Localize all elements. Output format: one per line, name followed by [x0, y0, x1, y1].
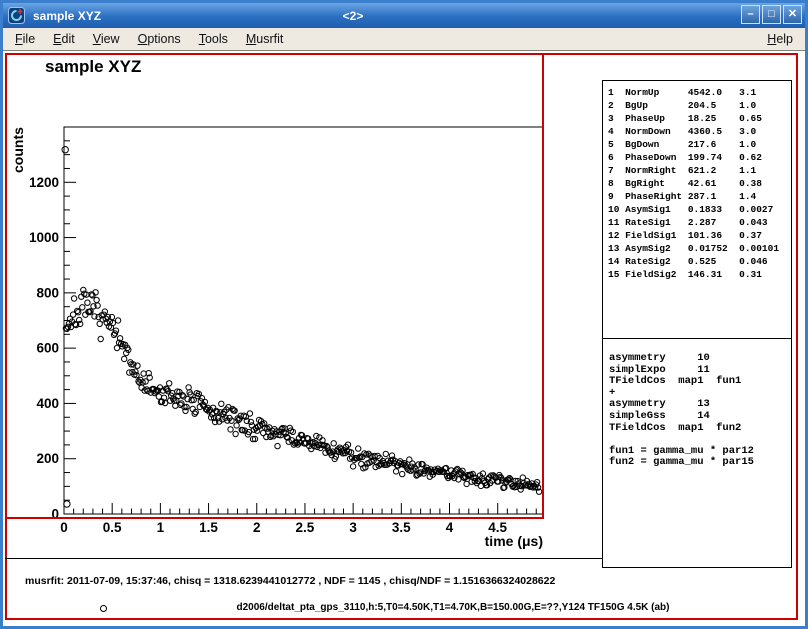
x-tick-label: 0 [60, 520, 68, 535]
data-point [167, 381, 172, 386]
x-axis-title: time (μs) [485, 533, 543, 549]
menu-view[interactable]: View [87, 30, 126, 48]
menu-file[interactable]: File [9, 30, 41, 48]
y-tick-label: 400 [36, 396, 59, 411]
y-tick-label: 200 [36, 451, 59, 466]
window-title: sample XYZ [33, 9, 101, 23]
data-point [275, 443, 280, 448]
menu-bar: File Edit View Options Tools Musrfit Help [3, 28, 805, 51]
root-canvas[interactable]: sample XYZ 02004006008001000120000.511.5… [3, 51, 805, 629]
fit-status-text: musrfit: 2011-07-09, 15:37:46, chisq = 1… [25, 575, 555, 587]
data-point [400, 471, 405, 476]
data-point [115, 318, 120, 323]
minimize-button[interactable]: – [741, 5, 760, 24]
theory-description: asymmetry 10 simplExpo 11 TFieldCos map1… [603, 339, 791, 469]
legend-run-label: d2006/deltat_pta_gps_3110,h:5,T0=4.50K,T… [103, 602, 803, 613]
close-button[interactable]: ✕ [783, 5, 802, 24]
data-point [393, 469, 398, 474]
maximize-button[interactable]: □ [762, 5, 781, 24]
x-tick-label: 1.5 [199, 520, 218, 535]
x-tick-label: 0.5 [103, 520, 122, 535]
window-controls: –□✕ [739, 5, 802, 24]
menu-tools[interactable]: Tools [193, 30, 234, 48]
y-tick-label: 1000 [29, 230, 59, 245]
data-series [62, 147, 542, 508]
app-window: sample XYZ <2> –□✕ File Edit View Options To… [0, 0, 808, 629]
menu-options[interactable]: Options [132, 30, 187, 48]
menu-help[interactable]: Help [763, 30, 797, 48]
data-point [183, 408, 188, 413]
data-point [94, 297, 99, 302]
data-point [156, 394, 161, 399]
x-tick-label: 3.5 [392, 520, 411, 535]
data-point [71, 296, 76, 301]
data-point [383, 451, 388, 456]
x-tick-label: 3 [349, 520, 357, 535]
x-tick-label: 2.5 [296, 520, 315, 535]
y-tick-label: 800 [36, 285, 59, 300]
data-point [464, 481, 469, 486]
menu-items: File Edit View Options Tools Musrfit [3, 30, 289, 48]
x-tick-label: 2 [253, 520, 261, 535]
menu-musrfit[interactable]: Musrfit [240, 30, 290, 48]
x-tick-label: 1 [157, 520, 165, 535]
data-point [356, 446, 361, 451]
y-axis-title: counts [10, 127, 26, 173]
y-tick-label: 0 [51, 507, 59, 522]
y-tick-label: 600 [36, 341, 59, 356]
data-point [80, 305, 85, 310]
data-point [233, 431, 238, 436]
data-point [98, 336, 103, 341]
data-point [228, 427, 233, 432]
data-point [141, 371, 146, 376]
x-tick-label: 4 [446, 520, 454, 535]
theory-pad[interactable]: asymmetry 10 simplExpo 11 TFieldCos map1… [602, 338, 792, 568]
parameter-table: 1 NormUp 4542.0 3.1 2 BgUp 204.5 1.0 3 P… [603, 81, 791, 281]
outlier-data-point [62, 147, 68, 153]
data-point [234, 423, 239, 428]
info-pad-divider [5, 558, 603, 559]
y-tick-label: 1200 [29, 175, 59, 190]
parameter-pad[interactable]: 1 NormUp 4542.0 3.1 2 BgUp 204.5 1.0 3 P… [602, 80, 792, 339]
window-title-center: <2> [318, 9, 388, 23]
data-point [219, 401, 224, 406]
data-point [193, 409, 198, 414]
data-point [173, 403, 178, 408]
outlier-data-point [64, 501, 70, 507]
data-point [331, 441, 336, 446]
title-bar[interactable]: sample XYZ <2> –□✕ [3, 3, 805, 28]
app-icon[interactable] [8, 7, 25, 24]
menu-edit[interactable]: Edit [47, 30, 81, 48]
data-point [85, 300, 90, 305]
plot-frame[interactable] [64, 127, 543, 514]
data-point [247, 411, 252, 416]
data-point [122, 356, 127, 361]
data-point [350, 464, 355, 469]
